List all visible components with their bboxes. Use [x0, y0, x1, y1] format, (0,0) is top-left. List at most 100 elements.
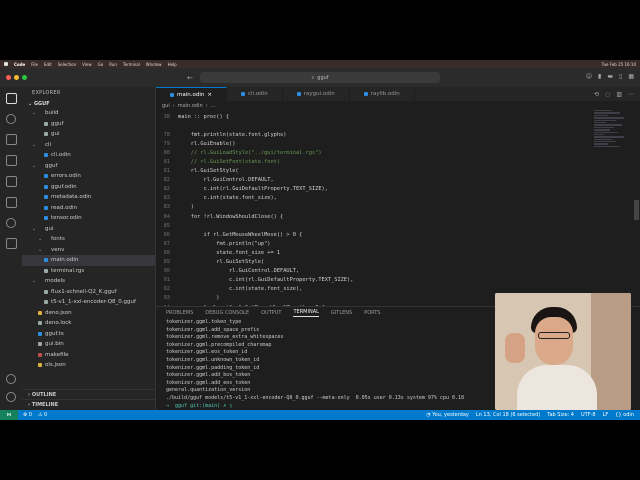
- tree-file[interactable]: terminal.rgs: [22, 266, 155, 277]
- split-compare-icon[interactable]: ⟲: [594, 91, 599, 98]
- timeline-label: TIMELINE: [31, 401, 59, 408]
- tree-file[interactable]: deno.lock: [22, 318, 155, 329]
- code-text: rl.GuiSetStyle(: [178, 259, 265, 266]
- breadcrumb-folder[interactable]: gui: [162, 103, 170, 109]
- apple-icon[interactable]: [4, 62, 8, 66]
- line-number: 85: [163, 222, 170, 229]
- tree-file[interactable]: deno.json: [22, 308, 155, 319]
- menu-view[interactable]: View: [82, 62, 92, 67]
- gitlens-icon[interactable]: [6, 218, 16, 228]
- account-icon[interactable]: [6, 374, 16, 384]
- layout-panel-icon[interactable]: ▬: [607, 73, 613, 80]
- tab-label: main.odin: [177, 91, 205, 98]
- search-icon: ⌕: [311, 74, 315, 81]
- tree-file[interactable]: gui: [22, 129, 155, 140]
- tree-item-label: terminal.rgs: [51, 267, 85, 274]
- menu-window[interactable]: Window: [146, 62, 162, 67]
- tab-raylib-odin[interactable]: raylib.odin: [350, 87, 415, 101]
- source-control-icon[interactable]: [5, 134, 17, 145]
- remote-indicator-icon[interactable]: ⋈: [0, 410, 18, 420]
- status-cursor-position[interactable]: Ln 13, Col 18 (6 selected): [476, 412, 540, 418]
- layout-sidebar-icon[interactable]: ▮: [598, 73, 601, 80]
- tree-folder[interactable]: ⌄ build: [22, 108, 155, 119]
- menu-edit[interactable]: Edit: [44, 62, 52, 67]
- tree-folder[interactable]: ⌄ models: [22, 276, 155, 287]
- tree-folder[interactable]: ⌄ venv: [22, 245, 155, 256]
- status-tab-size[interactable]: Tab Size: 4: [547, 412, 574, 418]
- status-blame[interactable]: ◔ You, yesterday: [426, 412, 469, 418]
- testing-icon[interactable]: [5, 238, 17, 249]
- more-actions-icon[interactable]: ⋯: [628, 91, 634, 98]
- tree-file[interactable]: gui.bin: [22, 339, 155, 350]
- tree-file[interactable]: main.odin: [22, 255, 155, 266]
- tree-file[interactable]: t5-v1_1-xxl-encoder-Q8_0.gguf: [22, 297, 155, 308]
- menu-help[interactable]: Help: [168, 62, 177, 67]
- tree-file[interactable]: gguf.ts: [22, 329, 155, 340]
- menu-go[interactable]: Go: [98, 62, 104, 67]
- line-number: 81: [163, 159, 170, 166]
- layout-secondary-icon[interactable]: ▯: [619, 73, 622, 80]
- remote-explorer-icon[interactable]: [5, 197, 17, 208]
- tab-terminal[interactable]: TERMINAL: [293, 309, 319, 317]
- minimap[interactable]: [594, 110, 630, 230]
- menubar-app-name[interactable]: Code: [14, 62, 25, 67]
- tree-file[interactable]: ols.json: [22, 360, 155, 371]
- customize-layout-icon[interactable]: ▦: [628, 73, 634, 80]
- tree-file[interactable]: makefile: [22, 350, 155, 361]
- status-encoding[interactable]: UTF-8: [581, 412, 596, 418]
- status-errors[interactable]: ⊗ 0: [23, 412, 32, 418]
- explorer-files-icon[interactable]: [5, 93, 17, 104]
- split-editor-icon[interactable]: ▥: [616, 91, 622, 98]
- tree-file[interactable]: tensor.odin: [22, 213, 155, 224]
- tab-cli-odin[interactable]: cli.odin: [227, 87, 283, 101]
- menu-file[interactable]: File: [31, 62, 38, 67]
- line-number: 78: [163, 131, 170, 138]
- tab-ports[interactable]: PORTS: [364, 310, 380, 316]
- command-center-search[interactable]: ⌕ gguf: [200, 72, 440, 83]
- tree-file[interactable]: cli.odin: [22, 150, 155, 161]
- tab-debug-console[interactable]: DEBUG CONSOLE: [205, 310, 249, 316]
- status-eol[interactable]: LF: [603, 412, 609, 418]
- tab-problems[interactable]: PROBLEMS: [166, 310, 193, 316]
- status-warnings[interactable]: ⚠ 0: [38, 412, 47, 418]
- tree-file[interactable]: errors.odin: [22, 171, 155, 182]
- menu-selection[interactable]: Selection: [58, 62, 76, 67]
- tree-file[interactable]: gguf: [22, 119, 155, 130]
- extensions-icon[interactable]: [5, 176, 17, 187]
- close-window-button[interactable]: [6, 75, 11, 80]
- tree-folder[interactable]: ⌄ gui: [22, 224, 155, 235]
- run-debug-icon[interactable]: [5, 155, 17, 166]
- tree-folder[interactable]: ⌄ fonts: [22, 234, 155, 245]
- timeline-nav-icon[interactable]: ◌: [605, 91, 610, 98]
- line-number: 92: [163, 286, 170, 293]
- tab-gitlens[interactable]: GITLENS: [331, 310, 352, 316]
- accounts-icon[interactable]: ☺: [586, 73, 592, 80]
- search-icon[interactable]: [6, 114, 16, 124]
- breadcrumb-symbol[interactable]: ...: [211, 103, 216, 109]
- tree-folder[interactable]: ⌄ cli: [22, 140, 155, 151]
- minimize-window-button[interactable]: [14, 75, 19, 80]
- tree-file[interactable]: flux1-schnell-Q2_K.gguf: [22, 287, 155, 298]
- menubar-clock[interactable]: Tue Feb 25 16:10: [602, 62, 640, 67]
- settings-gear-icon[interactable]: [6, 392, 16, 402]
- outline-section[interactable]: › OUTLINE: [22, 389, 156, 399]
- tree-folder[interactable]: ⌄ gguf: [22, 161, 155, 172]
- tab-raygui-odin[interactable]: raygui.odin: [283, 87, 350, 101]
- back-arrow-icon[interactable]: ←: [187, 74, 193, 82]
- zoom-window-button[interactable]: [22, 75, 27, 80]
- status-language[interactable]: {} odin: [615, 412, 634, 418]
- tree-file[interactable]: metadata.odin: [22, 192, 155, 203]
- tab-output[interactable]: OUTPUT: [261, 310, 281, 316]
- code-line: 81 // rl.GuiSetFont(state.font): [156, 157, 640, 166]
- tree-file[interactable]: gguf.odin: [22, 182, 155, 193]
- code-editor[interactable]: 38 main :: proc() {78 fmt.println(state.f…: [156, 110, 640, 306]
- explorer-root-folder[interactable]: ⌄ GGUF: [22, 99, 155, 108]
- menu-run[interactable]: Run: [109, 62, 117, 67]
- editor-scrollbar[interactable]: [634, 200, 639, 220]
- timeline-section[interactable]: › TIMELINE: [22, 399, 156, 409]
- tab-main-odin[interactable]: main.odin ×: [156, 87, 227, 101]
- tree-file[interactable]: read.odin: [22, 203, 155, 214]
- breadcrumb-file[interactable]: main.odin: [178, 103, 203, 109]
- menu-terminal[interactable]: Terminal: [123, 62, 140, 67]
- close-icon[interactable]: ×: [207, 92, 212, 98]
